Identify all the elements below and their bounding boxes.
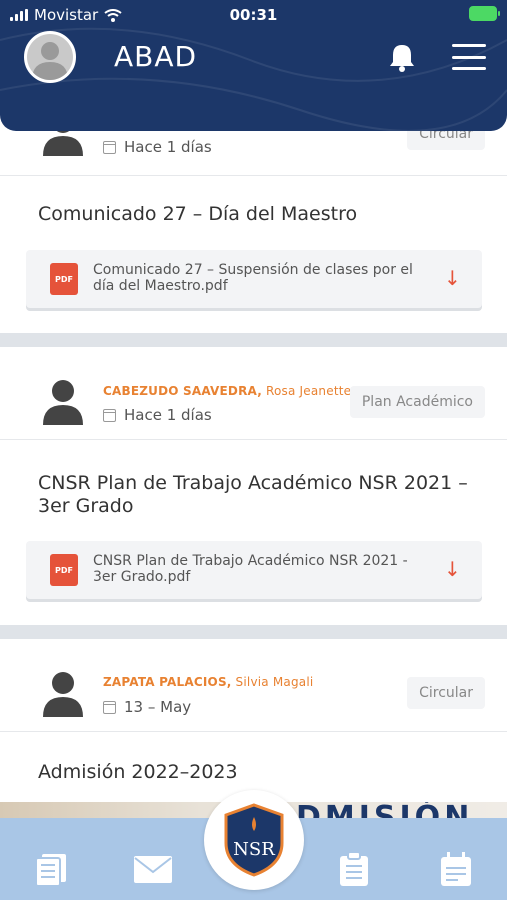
calendar-icon bbox=[103, 140, 116, 154]
attachment[interactable]: PDF CNSR Plan de Trabajo Académico NSR 2… bbox=[26, 541, 482, 599]
post-title: CNSR Plan de Trabajo Académico NSR 2021 … bbox=[38, 472, 468, 517]
person-icon bbox=[43, 672, 83, 717]
post-date: Hace 1 días bbox=[103, 406, 212, 424]
pdf-icon: PDF bbox=[50, 554, 78, 586]
person-icon bbox=[43, 380, 83, 425]
author-last-name: ZAPATA PALACIOS, bbox=[103, 675, 232, 689]
post-title: Admisión 2022–2023 bbox=[38, 761, 238, 783]
post-header: CABEZUDO SAAVEDRA, Rosa Jeanette Hace 1 … bbox=[0, 347, 507, 440]
avatar[interactable] bbox=[24, 31, 76, 83]
post-card[interactable]: Hace 1 días Circular Comunicado 27 – Día… bbox=[0, 100, 507, 333]
pdf-icon: PDF bbox=[50, 263, 78, 295]
attachment-name: Comunicado 27 – Suspensión de clases por… bbox=[93, 262, 413, 294]
post-date-text: Hace 1 días bbox=[124, 406, 212, 424]
download-icon[interactable]: ↓ bbox=[444, 268, 461, 288]
category-tag: Circular bbox=[407, 677, 485, 709]
calendar-icon[interactable] bbox=[439, 852, 473, 886]
school-logo: NSR bbox=[224, 803, 284, 877]
separator bbox=[0, 625, 507, 639]
author-first-name: Rosa Jeanette bbox=[261, 384, 352, 398]
calendar-icon bbox=[103, 408, 116, 422]
post-author[interactable]: CABEZUDO SAAVEDRA, Rosa Jeanette bbox=[103, 384, 351, 398]
hamburger-menu-icon[interactable] bbox=[452, 44, 486, 70]
news-icon[interactable] bbox=[34, 852, 68, 886]
user-name: ABAD bbox=[114, 40, 198, 73]
clipboard-icon[interactable] bbox=[337, 852, 371, 886]
calendar-icon bbox=[103, 700, 116, 714]
app-header: Movistar 00:31 ABAD bbox=[0, 0, 507, 131]
post-header: ZAPATA PALACIOS, Silvia Magali 13 – May … bbox=[0, 639, 507, 732]
author-first-name: Silvia Magali bbox=[231, 675, 314, 689]
status-time: 00:31 bbox=[229, 6, 278, 24]
post-date-text: Hace 1 días bbox=[124, 138, 212, 156]
school-logo-button[interactable]: NSR bbox=[204, 790, 304, 890]
author-last-name: CABEZUDO SAAVEDRA, bbox=[103, 384, 262, 398]
category-tag: Plan Académico bbox=[349, 386, 485, 418]
battery-icon bbox=[469, 6, 500, 21]
attachment-name: CNSR Plan de Trabajo Académico NSR 2021 … bbox=[93, 553, 408, 585]
attachment[interactable]: PDF Comunicado 27 – Suspensión de clases… bbox=[26, 250, 482, 308]
post-date: Hace 1 días bbox=[103, 138, 212, 156]
logo-text: NSR bbox=[233, 839, 275, 860]
post-date: 13 – May bbox=[103, 698, 191, 716]
status-bar: Movistar 00:31 bbox=[0, 0, 507, 30]
download-icon[interactable]: ↓ bbox=[444, 559, 461, 579]
post-title: Comunicado 27 – Día del Maestro bbox=[38, 203, 358, 225]
separator bbox=[0, 333, 507, 347]
post-date-text: 13 – May bbox=[124, 698, 192, 716]
mail-icon[interactable] bbox=[133, 852, 173, 886]
bell-icon[interactable] bbox=[387, 42, 417, 72]
post-card[interactable]: CABEZUDO SAAVEDRA, Rosa Jeanette Hace 1 … bbox=[0, 347, 507, 625]
avatar-placeholder-icon bbox=[27, 34, 73, 80]
post-author[interactable]: ZAPATA PALACIOS, Silvia Magali bbox=[103, 675, 313, 689]
